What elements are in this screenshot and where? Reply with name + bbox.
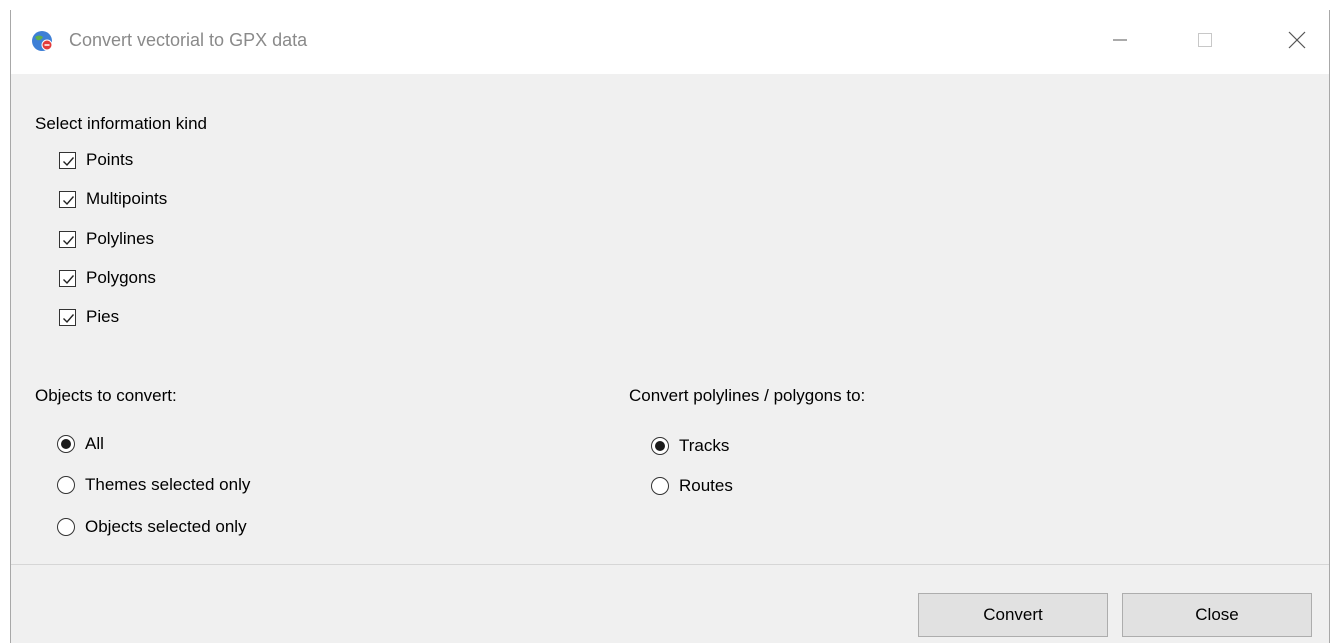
- window-title: Convert vectorial to GPX data: [69, 30, 308, 50]
- close-icon: [1288, 31, 1306, 49]
- app-globe-icon: [29, 27, 55, 53]
- checkbox-box[interactable]: [59, 190, 76, 208]
- checkbox-label: Polygons: [86, 268, 156, 287]
- checkbox-label: Multipoints: [86, 189, 168, 208]
- footer-divider: [11, 564, 1329, 565]
- info-kind-heading: Select information kind: [35, 114, 207, 133]
- checkbox-label: Pies: [86, 307, 120, 326]
- checkbox-box[interactable]: [59, 151, 76, 169]
- checkbox-box[interactable]: [59, 269, 76, 287]
- dialog-window: Convert vectorial to GPX data Select inf…: [10, 10, 1330, 643]
- title-bar: Convert vectorial to GPX data: [11, 10, 1329, 74]
- convert-button[interactable]: Convert: [918, 593, 1108, 637]
- checkbox-box[interactable]: [59, 230, 76, 248]
- checkbox-pies[interactable]: Pies: [59, 304, 119, 330]
- radio-label: All: [85, 434, 104, 453]
- minimize-icon: [1113, 39, 1127, 41]
- radio-routes[interactable]: Routes: [651, 473, 733, 499]
- objects-heading: Objects to convert:: [35, 386, 177, 405]
- checkbox-points[interactable]: Points: [59, 147, 133, 173]
- close-window-button[interactable]: [1273, 20, 1319, 60]
- checkbox-box[interactable]: [59, 308, 76, 326]
- radio-tracks[interactable]: Tracks: [651, 433, 729, 459]
- radio-themes-selected[interactable]: Themes selected only: [57, 472, 250, 498]
- radio-selected-dot: [61, 439, 71, 449]
- checkbox-polygons[interactable]: Polygons: [59, 265, 156, 291]
- checkbox-label: Points: [86, 150, 134, 169]
- minimize-button[interactable]: [1097, 20, 1143, 60]
- radio-label: Routes: [679, 476, 733, 495]
- radio-label: Tracks: [679, 436, 730, 455]
- radio-label: Themes selected only: [85, 475, 251, 494]
- maximize-icon: [1198, 33, 1212, 47]
- radio-label: Objects selected only: [85, 517, 247, 536]
- checkbox-multipoints[interactable]: Multipoints: [59, 186, 167, 212]
- radio-button[interactable]: [57, 476, 75, 494]
- checkbox-label: Polylines: [86, 229, 155, 248]
- radio-objects-selected[interactable]: Objects selected only: [57, 514, 247, 540]
- radio-button[interactable]: [651, 477, 669, 495]
- maximize-button[interactable]: [1181, 20, 1227, 60]
- radio-all[interactable]: All: [57, 431, 104, 457]
- radio-button[interactable]: [57, 518, 75, 536]
- convert-to-heading: Convert polylines / polygons to:: [629, 386, 866, 405]
- radio-selected-dot: [655, 441, 665, 451]
- radio-button[interactable]: [57, 435, 75, 453]
- checkbox-polylines[interactable]: Polylines: [59, 226, 154, 252]
- radio-button[interactable]: [651, 437, 669, 455]
- close-button[interactable]: Close: [1122, 593, 1312, 637]
